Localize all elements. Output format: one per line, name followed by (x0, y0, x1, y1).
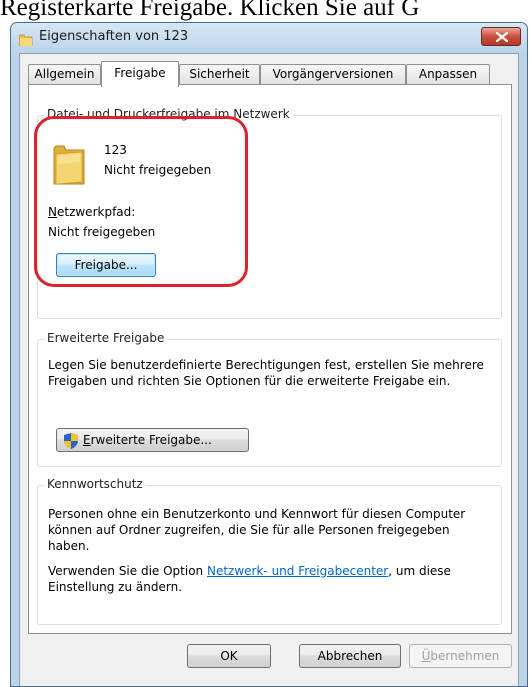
close-icon (496, 32, 508, 42)
network-sharing-group: Datei- und Druckerfreigabe im Netzwerk 1… (37, 107, 502, 319)
dialog-client-area: Allgemein Freigabe Sicherheit Vorgängerv… (19, 53, 519, 686)
sharing-tab-panel: Datei- und Druckerfreigabe im Netzwerk 1… (28, 84, 512, 634)
close-button[interactable] (481, 27, 521, 46)
title-bar[interactable]: Eigenschaften von 123 (11, 23, 527, 53)
tab-vorgaengerversionen[interactable]: Vorgängerversionen (260, 64, 406, 85)
network-path-label: Netzwerkpfad: (48, 205, 135, 219)
tab-allgemein[interactable]: Allgemein (28, 64, 101, 85)
folder-share-status: Nicht freigegeben (104, 163, 212, 177)
password-protection-description: Personen ohne ein Benutzerkonto und Kenn… (48, 507, 466, 553)
advanced-sharing-group: Erweiterte Freigabe Legen Sie benutzerde… (37, 331, 502, 467)
network-path-value: Nicht freigegeben (48, 225, 156, 239)
hint-prefix: Verwenden Sie die Option (48, 564, 207, 578)
page-caption: Registerkarte Freigabe. Klicken Sie auf … (0, 0, 420, 21)
shield-icon (64, 433, 78, 456)
advanced-sharing-button-accel: E (83, 433, 91, 447)
password-protection-title: Kennwortschutz (44, 477, 146, 491)
apply-button-label: bernehmen (430, 649, 500, 663)
network-sharing-center-link[interactable]: Netzwerk- und Freigabecenter (207, 564, 388, 578)
tab-sicherheit[interactable]: Sicherheit (179, 64, 260, 85)
advanced-sharing-title: Erweiterte Freigabe (44, 331, 168, 345)
advanced-sharing-description: Legen Sie benutzerdefinierte Berechtigun… (48, 358, 484, 388)
network-path-label-rest: etzwerkpfad: (56, 205, 136, 219)
folder-name: 123 (104, 143, 127, 157)
ok-button[interactable]: OK (187, 644, 271, 668)
advanced-sharing-button[interactable]: Erweiterte Freigabe... (56, 428, 249, 452)
share-button[interactable]: Freigabe... (56, 253, 156, 277)
apply-button[interactable]: Übernehmen (409, 644, 512, 668)
cancel-button[interactable]: Abbrechen (299, 644, 401, 668)
password-protection-hint: Verwenden Sie die Option Netzwerk- und F… (48, 563, 488, 595)
network-sharing-title: Datei- und Druckerfreigabe im Netzwerk (44, 107, 293, 121)
folder-icon (18, 31, 33, 47)
tab-freigabe[interactable]: Freigabe (101, 61, 179, 87)
properties-dialog: Eigenschaften von 123 Allgemein Freigabe… (10, 22, 528, 687)
window-title: Eigenschaften von 123 (39, 29, 189, 44)
network-path-label-accel: N (48, 205, 57, 219)
folder-icon (52, 142, 86, 190)
tab-anpassen[interactable]: Anpassen (406, 64, 490, 85)
password-protection-group: Kennwortschutz Personen ohne ein Benutze… (37, 477, 502, 625)
advanced-sharing-button-label: rweiterte Freigabe... (90, 433, 212, 447)
